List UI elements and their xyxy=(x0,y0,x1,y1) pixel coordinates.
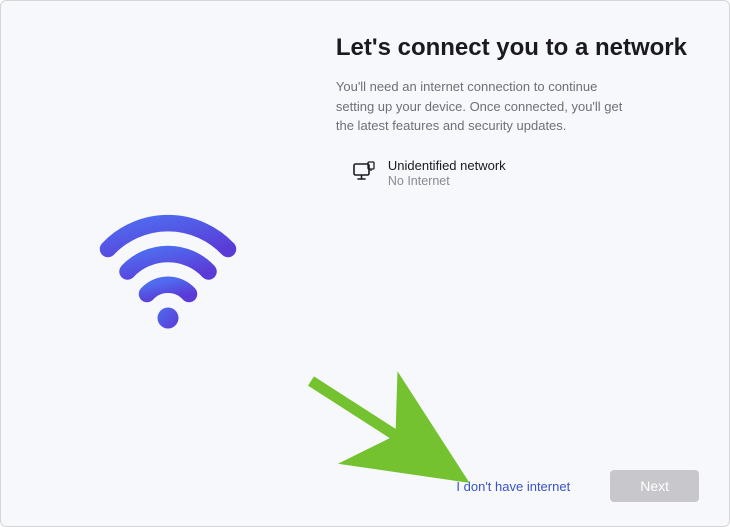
next-button[interactable]: Next xyxy=(610,470,699,502)
wifi-icon xyxy=(93,189,243,339)
network-status: No Internet xyxy=(388,174,506,188)
content-pane: Let's connect you to a network You'll ne… xyxy=(336,1,729,526)
page-subtitle: You'll need an internet connection to co… xyxy=(336,77,626,136)
page-title: Let's connect you to a network xyxy=(336,33,689,63)
network-item[interactable]: Unidentified network No Internet xyxy=(336,158,689,188)
setup-window: Let's connect you to a network You'll ne… xyxy=(0,0,730,527)
skip-internet-link[interactable]: I don't have internet xyxy=(456,479,570,494)
footer: I don't have internet Next xyxy=(456,470,699,502)
network-name: Unidentified network xyxy=(388,158,506,173)
ethernet-monitor-icon xyxy=(352,160,376,184)
illustration-pane xyxy=(1,1,336,526)
network-text: Unidentified network No Internet xyxy=(388,158,506,188)
